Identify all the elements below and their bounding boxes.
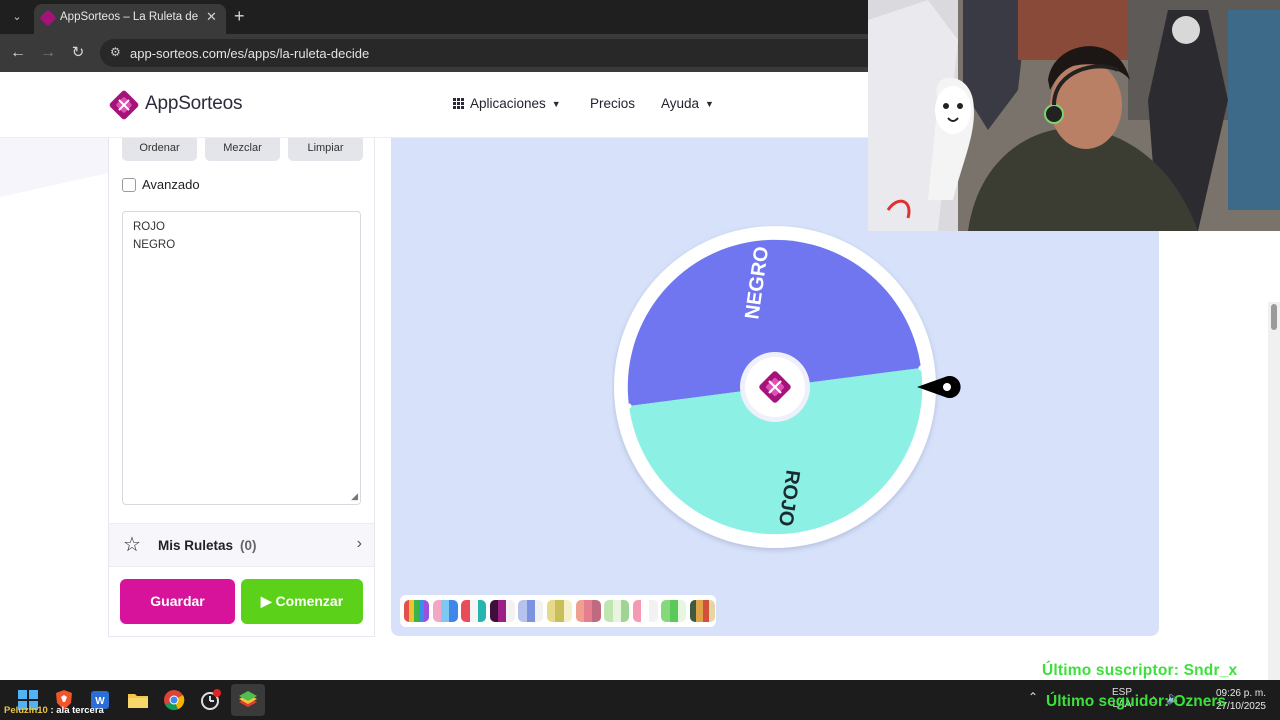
advanced-checkbox[interactable]: [122, 178, 136, 192]
browser-toolbar: ← → ↻ ⚙ app-sorteos.com/es/apps/la-rulet…: [0, 34, 870, 72]
webcam-overlay-image: [868, 0, 1280, 231]
palette-swatch[interactable]: [575, 600, 601, 622]
appsorteos-logo-icon[interactable]: [108, 89, 140, 121]
play-icon: ▶: [260, 593, 272, 609]
stream-app-icon[interactable]: [198, 688, 222, 712]
segment-divider-peg: [626, 403, 632, 409]
nav-applications-label: Aplicaciones: [470, 96, 546, 111]
reload-icon[interactable]: ↻: [68, 43, 88, 63]
palette-swatch[interactable]: [690, 600, 715, 622]
my-wheels-count: (0): [240, 538, 257, 553]
nav-pricing[interactable]: Precios: [590, 96, 635, 111]
close-tab-icon[interactable]: ✕: [206, 9, 217, 25]
start-button-label: Comenzar: [275, 593, 344, 609]
address-bar[interactable]: ⚙ app-sorteos.com/es/apps/la-ruleta-deci…: [100, 39, 870, 67]
save-button[interactable]: Guardar: [120, 579, 235, 624]
name-entry: NEGRO: [133, 239, 176, 251]
site-info-icon[interactable]: ⚙: [110, 45, 121, 59]
url-text[interactable]: app-sorteos.com/es/apps/la-ruleta-decide: [130, 46, 369, 61]
shuffle-button[interactable]: Mezclar: [205, 138, 280, 161]
chat-text: : ala tercera: [47, 705, 104, 716]
chevron-right-icon: ›: [356, 535, 362, 552]
tab-search-chevron-icon[interactable]: ⌄: [6, 6, 28, 28]
last-subscriber-overlay: Último suscriptor: Sndr_x: [1042, 662, 1238, 679]
palette-swatch[interactable]: [489, 600, 515, 622]
nav-applications[interactable]: Aplicaciones ▼: [453, 96, 561, 111]
decorative-background-shape: [0, 137, 108, 197]
nav-help-label: Ayuda: [661, 96, 700, 111]
spin-wheel[interactable]: NEGRO ROJO: [612, 225, 972, 555]
advanced-label[interactable]: Avanzado: [142, 177, 200, 192]
chevron-down-icon: ▼: [705, 98, 714, 109]
chevron-down-icon: ▼: [551, 98, 561, 109]
tab-title: AppSorteos – La Ruleta de la Suerte: [60, 11, 202, 23]
page-scrollbar[interactable]: ▼: [1268, 302, 1280, 680]
last-follower-overlay: Último seguidor: Ozners: [1046, 693, 1226, 710]
names-panel: Ordenar Mezclar Limpiar Avanzado ROJO NE…: [108, 138, 375, 637]
nav-help[interactable]: Ayuda ▼: [661, 96, 714, 111]
scrollbar-thumb[interactable]: [1271, 304, 1277, 330]
segment-divider-peg: [918, 365, 924, 371]
palette-swatch[interactable]: [632, 600, 658, 622]
palette-swatch[interactable]: [547, 600, 572, 622]
start-button[interactable]: ▶ Comenzar: [241, 579, 363, 624]
browser-tab-active[interactable]: AppSorteos – La Ruleta de la Suerte ✕: [34, 4, 226, 34]
sort-button[interactable]: Ordenar: [122, 138, 197, 161]
palette-swatch[interactable]: [432, 600, 458, 622]
forward-arrow-icon[interactable]: →: [38, 43, 58, 63]
chat-username: Peluzin10: [4, 705, 48, 716]
logo-text[interactable]: AppSorteos: [145, 93, 242, 115]
clear-button[interactable]: Limpiar: [288, 138, 363, 161]
palette-swatch[interactable]: [518, 600, 544, 622]
palette-swatch[interactable]: [661, 600, 687, 622]
palette-swatch[interactable]: [404, 600, 429, 622]
appsorteos-favicon-icon: [39, 9, 57, 27]
names-textarea[interactable]: ROJO NEGRO ◢: [122, 211, 361, 505]
my-wheels-row[interactable]: ☆ Mis Ruletas (0) ›: [109, 523, 374, 567]
chevron-up-icon[interactable]: ⌃: [1028, 690, 1038, 704]
chat-message-overlay: Peluzin10 : ala tercera: [4, 705, 104, 716]
chrome-browser-icon[interactable]: [162, 688, 186, 712]
bluestacks-app-icon[interactable]: [236, 688, 260, 712]
file-explorer-icon[interactable]: [126, 688, 150, 712]
star-icon: ☆: [123, 534, 141, 556]
apps-grid-icon: [453, 98, 464, 109]
color-palette-picker: [400, 595, 716, 627]
back-arrow-icon[interactable]: ←: [8, 43, 28, 63]
name-entry: ROJO: [133, 221, 165, 233]
resize-handle-icon[interactable]: ◢: [351, 491, 358, 502]
my-wheels-label: Mis Ruletas: [158, 538, 234, 553]
new-tab-button[interactable]: +: [234, 6, 245, 26]
system-tray: ⌃: [1028, 690, 1038, 704]
palette-swatch[interactable]: [604, 600, 630, 622]
palette-swatch[interactable]: [461, 600, 487, 622]
